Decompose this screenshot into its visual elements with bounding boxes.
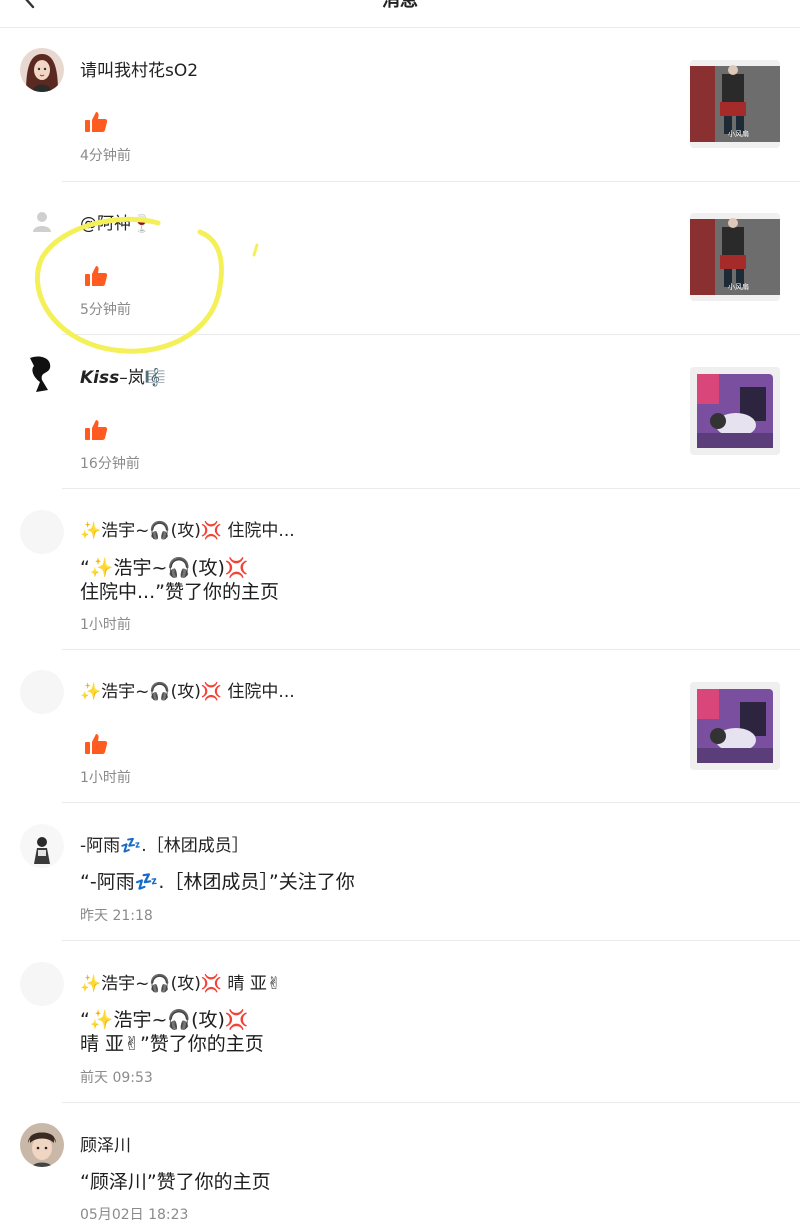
dance-photo-thumbnail[interactable]: 小风扇: [690, 213, 780, 301]
sender-name[interactable]: @阿神🍷: [80, 213, 152, 235]
divider: [62, 488, 800, 489]
svg-text:小风扇: 小风扇: [728, 129, 749, 138]
sender-name-bold: Kiss: [80, 368, 120, 388]
svg-text:小风扇: 小风扇: [728, 282, 749, 291]
timestamp: 前天 09:53: [80, 1070, 153, 1086]
sender-name[interactable]: -阿雨💤.［林团成员］: [80, 835, 249, 857]
sender-name[interactable]: Kiss–岚🎼: [80, 367, 166, 389]
avatar[interactable]: [20, 962, 64, 1006]
thumbs-up-icon: [84, 732, 108, 756]
timestamp: 5分钟前: [80, 302, 131, 318]
divider: [62, 1102, 800, 1103]
divider: [62, 181, 800, 182]
sender-name[interactable]: ✨浩宇~🎧(攻)💢 住院中...: [80, 520, 295, 542]
timestamp: 05月02日 18:23: [80, 1207, 189, 1223]
sender-name[interactable]: 顾泽川: [80, 1135, 131, 1157]
timestamp: 1小时前: [80, 617, 131, 633]
top-bar: 消息: [0, 0, 800, 28]
cartoon-scene-thumbnail[interactable]: [690, 682, 780, 770]
divider: [62, 940, 800, 941]
avatar[interactable]: [20, 48, 64, 92]
sender-name-rest: –岚🎼: [119, 368, 166, 388]
avatar[interactable]: [20, 670, 64, 714]
thumbs-up-icon: [84, 110, 108, 134]
divider: [62, 649, 800, 650]
avatar[interactable]: [20, 1123, 64, 1167]
timestamp: 16分钟前: [80, 456, 140, 472]
thumbs-up-icon: [84, 264, 108, 288]
timestamp: 1小时前: [80, 770, 131, 786]
timestamp: 4分钟前: [80, 148, 131, 164]
timestamp: 昨天 21:18: [80, 908, 153, 924]
thumbs-up-icon: [84, 418, 108, 442]
sender-name[interactable]: ✨浩宇~🎧(攻)💢 住院中...: [80, 681, 295, 703]
divider: [62, 802, 800, 803]
message-text: “✨浩宇~🎧(攻)💢 住院中...”赞了你的主页: [80, 557, 279, 603]
cartoon-scene-thumbnail[interactable]: [690, 367, 780, 455]
avatar[interactable]: [20, 352, 64, 396]
message-text: “-阿雨💤.［林团成员］”关注了你: [80, 871, 355, 893]
message-text: “✨浩宇~🎧(攻)💢 晴 亚✌”赞了你的主页: [80, 1009, 264, 1055]
message-text: “顾泽川”赞了你的主页: [80, 1171, 271, 1193]
avatar[interactable]: [20, 824, 64, 868]
avatar[interactable]: [20, 510, 64, 554]
sender-name[interactable]: ✨浩宇~🎧(攻)💢 晴 亚✌: [80, 973, 281, 995]
dance-photo-thumbnail[interactable]: 小风扇: [690, 60, 780, 148]
page-title: 消息: [382, 0, 418, 11]
sender-name[interactable]: 请叫我村花sO2: [80, 60, 198, 82]
divider: [62, 334, 800, 335]
default-avatar-icon[interactable]: [20, 200, 64, 244]
